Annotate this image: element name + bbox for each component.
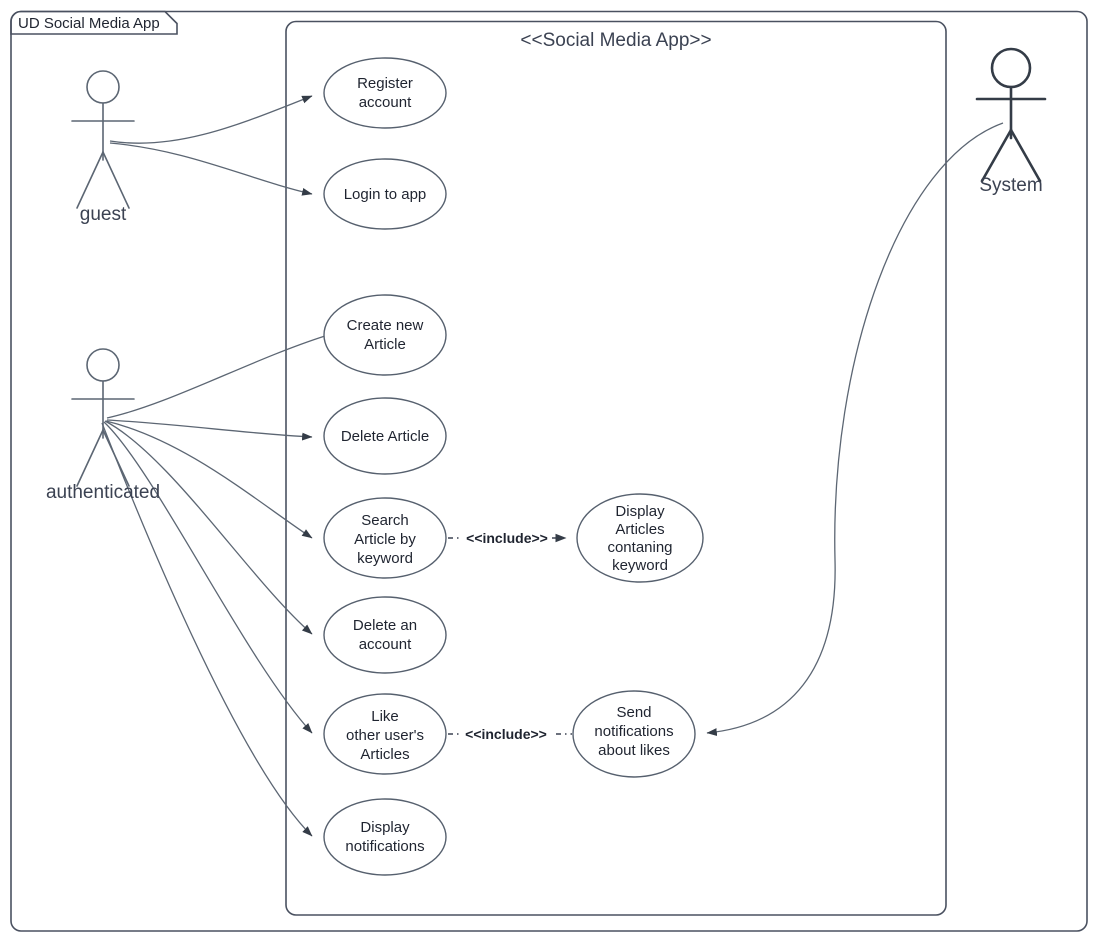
use-case-delete-article[interactable]: Delete Article bbox=[323, 397, 447, 475]
use-case-label-line2: notifications bbox=[594, 723, 673, 740]
assoc-guest-register bbox=[109, 95, 313, 144]
use-case-ellipse[interactable] bbox=[323, 596, 447, 674]
actor-leg-left-icon bbox=[76, 151, 104, 209]
use-case-label-line1: Display bbox=[360, 819, 410, 836]
include-label-search: <<include>> bbox=[466, 530, 548, 546]
actors: guest authenticated System bbox=[46, 47, 1047, 503]
use-case-label-line1: Delete an bbox=[353, 617, 417, 634]
use-case-label-line2: account bbox=[359, 636, 412, 653]
actor-leg-right-icon bbox=[102, 151, 130, 209]
use-case-label-line2: Article by bbox=[354, 531, 416, 548]
actor-leg-right-icon bbox=[102, 429, 130, 487]
actor-label-system: System bbox=[979, 175, 1042, 196]
use-case-login-to-app[interactable]: Login to app bbox=[323, 158, 447, 230]
use-case-label-line2: account bbox=[359, 94, 412, 111]
diagram-canvas: UD Social Media App <<Social Media App>> bbox=[10, 10, 1088, 932]
actor-head-icon bbox=[86, 348, 120, 382]
assoc-auth-search-article bbox=[105, 420, 313, 539]
use-case-label-line2: other user's bbox=[346, 727, 424, 744]
use-case-label-line3: about likes bbox=[598, 742, 670, 759]
actor-head-icon bbox=[990, 47, 1032, 89]
use-case-delete-an-account[interactable]: Delete an account bbox=[323, 596, 447, 674]
use-case-label-line1: Search bbox=[361, 512, 409, 529]
actor-guest[interactable]: guest bbox=[71, 70, 135, 225]
assoc-system-send-notifications bbox=[706, 122, 1004, 736]
actor-label-guest: guest bbox=[80, 204, 127, 225]
use-case-label-line2: notifications bbox=[345, 838, 424, 855]
use-case-send-notifications-about-likes[interactable]: Send notifications about likes bbox=[572, 690, 696, 778]
use-case-ellipse[interactable] bbox=[323, 57, 447, 129]
actor-leg-right-icon bbox=[1009, 128, 1042, 183]
use-case-label-line1: Display bbox=[615, 503, 665, 520]
use-case-label-line3: contaning bbox=[607, 539, 672, 556]
use-case-like-other-users-articles[interactable]: Like other user's Articles bbox=[323, 693, 447, 775]
use-case-label-line3: keyword bbox=[357, 550, 413, 567]
use-case-create-new-article[interactable]: Create new Article bbox=[323, 294, 447, 376]
use-case-search-article-by-keyword[interactable]: Search Article by keyword bbox=[323, 497, 447, 579]
association-lines bbox=[101, 95, 1004, 837]
assoc-auth-like-articles bbox=[103, 421, 313, 734]
use-case-label-line1: Send bbox=[616, 704, 651, 721]
use-case-label-line2: Article bbox=[364, 336, 406, 353]
use-case-ellipse[interactable] bbox=[323, 294, 447, 376]
assoc-guest-login bbox=[109, 142, 313, 196]
use-case-register-account[interactable]: Register account bbox=[323, 57, 447, 129]
assoc-auth-create-article bbox=[106, 335, 326, 419]
actor-system[interactable]: System bbox=[975, 47, 1047, 196]
use-case-label-line3: Articles bbox=[360, 746, 409, 763]
actor-label-authenticated: authenticated bbox=[46, 482, 160, 503]
actor-leg-left-icon bbox=[980, 128, 1013, 183]
include-label-like: <<include>> bbox=[465, 726, 547, 742]
use-case-display-notifications[interactable]: Display notifications bbox=[323, 798, 447, 876]
uml-use-case-diagram: UD Social Media App <<Social Media App>> bbox=[0, 0, 1098, 945]
use-case-ellipse[interactable] bbox=[323, 798, 447, 876]
use-case-label-line4: keyword bbox=[612, 557, 668, 574]
use-case-display-articles-contaning-keyword[interactable]: Display Articles contaning keyword bbox=[576, 493, 704, 583]
use-case-label-line1: Create new bbox=[347, 317, 424, 334]
use-case-label-line1: Login to app bbox=[344, 186, 427, 203]
use-case-label-line2: Articles bbox=[615, 521, 664, 538]
use-cases: Register account Login to app Create new… bbox=[323, 57, 704, 876]
use-case-label-line1: Register bbox=[357, 75, 413, 92]
include-relationships: <<include>> <<include>> bbox=[448, 530, 572, 742]
assoc-auth-delete-account bbox=[104, 420, 313, 635]
frame-label: UD Social Media App bbox=[18, 15, 160, 32]
use-case-label-line1: Like bbox=[371, 708, 399, 725]
assoc-auth-delete-article bbox=[106, 419, 313, 441]
actor-leg-left-icon bbox=[76, 429, 104, 487]
actor-authenticated[interactable]: authenticated bbox=[46, 348, 160, 503]
use-case-label-line1: Delete Article bbox=[341, 428, 429, 445]
diagram-frame: UD Social Media App bbox=[10, 10, 1088, 932]
system-boundary-title: <<Social Media App>> bbox=[520, 30, 711, 51]
actor-head-icon bbox=[86, 70, 120, 104]
